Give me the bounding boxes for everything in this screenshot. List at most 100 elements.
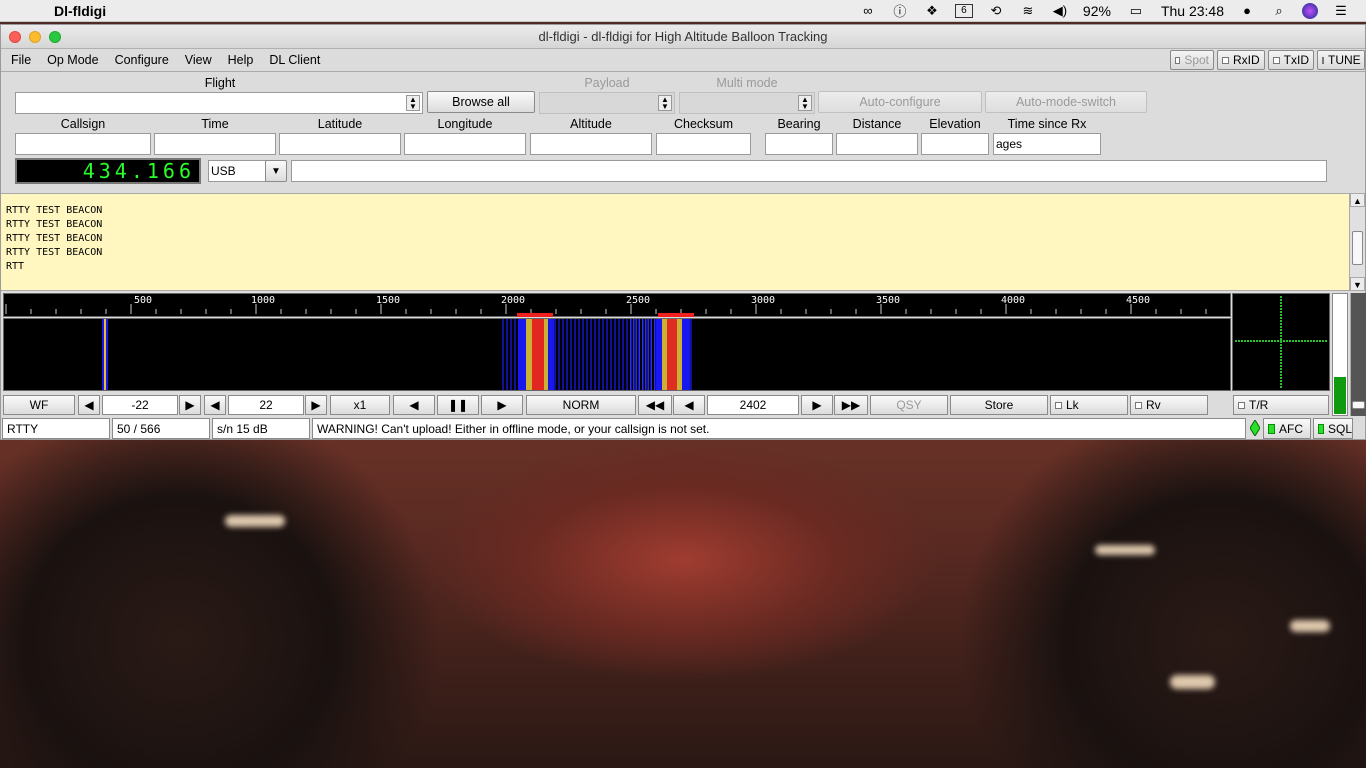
fast-right-button[interactable]: ▶▶ [834, 395, 868, 415]
waterfall-display[interactable] [3, 318, 1231, 391]
flight-select[interactable]: ▲ ▼ [15, 92, 423, 114]
bearing-field[interactable] [765, 133, 833, 155]
upper-decrease-button[interactable]: ◀ [204, 395, 226, 415]
frequency-display[interactable]: 434.166 [15, 158, 201, 184]
dl-client-panel: Flight Payload Multi mode ▲ ▼ Browse all … [1, 71, 1365, 189]
scroll-thumb[interactable] [1352, 231, 1363, 265]
squelch-toggle[interactable]: SQL [1313, 418, 1353, 439]
status-items: ∞ ⓘ ❖ 6 ⟲ ≋ ◀) 92% ▭ Thu 23:48 ● ⌕ ☰ [859, 2, 1350, 19]
frequency-scale[interactable]: 500 1000 1500 2000 2500 3000 3500 4000 4… [3, 293, 1231, 317]
checkbox-icon [1135, 401, 1142, 409]
time-machine-icon[interactable]: ⟲ [987, 3, 1005, 19]
menu-view[interactable]: View [177, 53, 220, 67]
receive-scrollbar[interactable]: ▲ ▼ [1349, 193, 1365, 291]
spot-toggle[interactable]: Spot [1170, 50, 1214, 70]
rxid-toggle[interactable]: RxID [1217, 50, 1265, 70]
calendar-icon[interactable]: 6 [954, 3, 973, 18]
scope-image [1235, 296, 1327, 388]
elevation-field[interactable] [921, 133, 989, 155]
slider-thumb[interactable] [1352, 401, 1365, 409]
latitude-field[interactable] [279, 133, 401, 155]
payload-select[interactable]: ▲ ▼ [539, 92, 675, 114]
distance-field[interactable] [836, 133, 918, 155]
time-since-rx-field[interactable]: ages [993, 133, 1101, 155]
step-left-button[interactable]: ◀ [673, 395, 705, 415]
auto-mode-switch-button[interactable]: Auto-mode-switch [985, 91, 1147, 113]
menu-configure[interactable]: Configure [107, 53, 177, 67]
minimize-window-button[interactable] [29, 30, 41, 43]
qsy-button[interactable]: QSY [870, 395, 948, 415]
step-right-button[interactable]: ▶ [801, 395, 833, 415]
checkbox-icon [1055, 401, 1062, 409]
rx-line: RTTY TEST BEACON [6, 219, 103, 230]
lock-toggle[interactable]: Lk [1050, 395, 1128, 415]
menu-file[interactable]: File [1, 53, 39, 67]
checksum-label: Checksum [673, 117, 734, 131]
app-name-menu[interactable]: Dl-fldigi [54, 3, 106, 19]
menu-dl-client[interactable]: DL Client [261, 53, 328, 67]
store-button[interactable]: Store [950, 395, 1048, 415]
battery-icon[interactable]: ▭ [1125, 3, 1147, 19]
checksum-field[interactable] [656, 133, 751, 155]
tune-toggle[interactable]: TUNE [1317, 50, 1365, 70]
reverse-toggle[interactable]: Rv [1130, 395, 1208, 415]
battery-percent[interactable]: 92% [1083, 3, 1111, 19]
scale-label: 3000 [751, 295, 776, 306]
creative-cloud-icon[interactable]: ∞ [859, 3, 877, 19]
scroll-down-icon[interactable]: ▼ [1350, 277, 1365, 291]
flight-label: Flight [204, 76, 236, 90]
lower-increase-button[interactable]: ▶ [179, 395, 201, 415]
dropbox-icon[interactable]: ❖ [923, 3, 941, 19]
forward-button[interactable]: ▶ [481, 395, 523, 415]
speed-norm-button[interactable]: NORM [526, 395, 636, 415]
browse-all-button[interactable]: Browse all [427, 91, 535, 113]
scroll-up-icon[interactable]: ▲ [1350, 193, 1365, 207]
lower-level-field[interactable]: -22 [102, 395, 178, 415]
altitude-field[interactable] [530, 133, 652, 155]
macos-menu-bar: Dl-fldigi ∞ ⓘ ❖ 6 ⟲ ≋ ◀) 92% ▭ Thu 23:48… [0, 0, 1366, 22]
rewind-button[interactable]: ◀ [393, 395, 435, 415]
user-icon[interactable]: ● [1238, 3, 1256, 19]
window-titlebar[interactable]: dl-fldigi - dl-fldigi for High Altitude … [1, 25, 1365, 49]
audio-frequency-field[interactable]: 2402 [707, 395, 799, 415]
frequency-notes-field[interactable] [291, 160, 1327, 182]
zoom-button[interactable]: x1 [330, 395, 390, 415]
afc-toggle[interactable]: AFC [1263, 418, 1311, 439]
payload-label: Payload [584, 76, 630, 90]
fast-left-button[interactable]: ◀◀ [638, 395, 672, 415]
pause-button[interactable]: ❚❚ [437, 395, 479, 415]
time-field[interactable] [154, 133, 276, 155]
menubar-clock[interactable]: Thu 23:48 [1161, 3, 1224, 19]
status-mode[interactable]: RTTY [2, 418, 110, 439]
signal-scope[interactable] [1232, 293, 1330, 391]
transmit-receive-toggle[interactable]: T/R [1233, 395, 1329, 415]
status-message: WARNING! Can't upload! Either in offline… [312, 418, 1246, 439]
double-right-icon: ▶▶ [841, 398, 861, 412]
siri-icon[interactable] [1302, 2, 1318, 19]
led-icon [1318, 423, 1324, 434]
longitude-field[interactable] [404, 133, 526, 155]
menu-op-mode[interactable]: Op Mode [39, 53, 106, 67]
close-window-button[interactable] [9, 30, 21, 43]
receive-text-area[interactable]: RTTY TEST BEACON RTTY TEST BEACON RTTY T… [1, 193, 1349, 291]
checkbox-icon [1238, 401, 1245, 409]
squelch-slider[interactable] [1350, 293, 1366, 416]
upper-increase-button[interactable]: ▶ [305, 395, 327, 415]
callsign-field[interactable] [15, 133, 151, 155]
menu-help[interactable]: Help [220, 53, 262, 67]
sideband-select[interactable]: USB [208, 160, 266, 182]
pause-icon: ❚❚ [447, 398, 469, 412]
spotlight-search-icon[interactable]: ⌕ [1270, 3, 1288, 19]
upper-level-field[interactable]: 22 [228, 395, 304, 415]
notification-center-icon[interactable]: ☰ [1332, 3, 1350, 19]
multimode-select[interactable]: ▲ ▼ [679, 92, 815, 114]
zoom-window-button[interactable] [49, 30, 61, 43]
waterfall-mode-button[interactable]: WF [3, 395, 75, 415]
txid-toggle[interactable]: TxID [1268, 50, 1314, 70]
wifi-icon[interactable]: ≋ [1019, 3, 1037, 19]
lower-decrease-button[interactable]: ◀ [78, 395, 100, 415]
auto-configure-button[interactable]: Auto-configure [818, 91, 982, 113]
volume-icon[interactable]: ◀) [1051, 3, 1069, 19]
info-icon[interactable]: ⓘ [891, 3, 909, 19]
sideband-dropdown-button[interactable]: ▼ [265, 160, 287, 182]
